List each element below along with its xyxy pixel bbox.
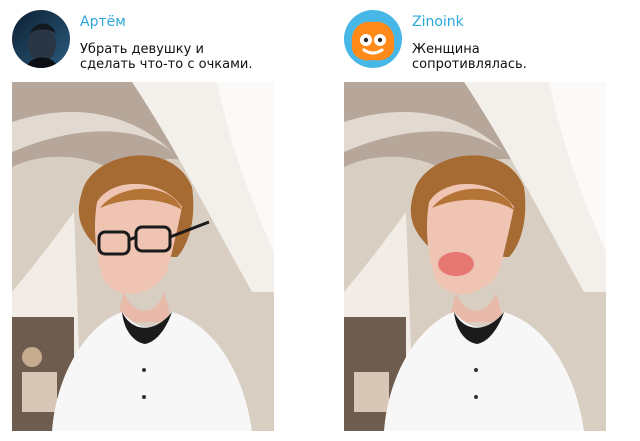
photo-image bbox=[344, 82, 606, 431]
avatar[interactable] bbox=[344, 10, 402, 68]
meme-page: Артём Убрать девушку и сделать что-то с … bbox=[0, 0, 640, 441]
avatar[interactable] bbox=[12, 10, 70, 68]
photo[interactable] bbox=[344, 82, 606, 431]
photo[interactable] bbox=[12, 82, 274, 431]
post-zinoink: Zinoink Женщина сопротивлялась. bbox=[332, 0, 622, 441]
cartoon-avatar-icon bbox=[344, 10, 402, 68]
post-artem: Артём Убрать девушку и сделать что-то с … bbox=[0, 0, 290, 441]
author-name[interactable]: Артём bbox=[80, 14, 126, 30]
user-avatar-icon bbox=[12, 10, 70, 68]
red-cheek-mark bbox=[438, 252, 474, 276]
author-name[interactable]: Zinoink bbox=[412, 14, 464, 30]
message-text: Женщина сопротивлялась. bbox=[412, 42, 527, 72]
message-text: Убрать девушку и сделать что-то с очками… bbox=[80, 42, 253, 72]
photo-image bbox=[12, 82, 274, 431]
